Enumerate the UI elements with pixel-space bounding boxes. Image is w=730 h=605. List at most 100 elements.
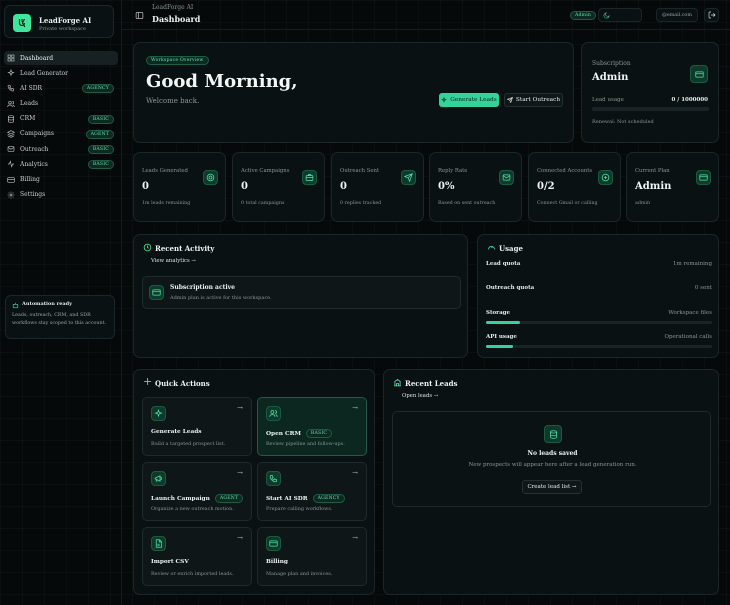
stat-card: Current Plan Admin admin xyxy=(626,152,719,222)
stat-note: Connect Gmail or calling xyxy=(537,201,598,206)
stat-card: Reply Rate 0% Based on sent outreach xyxy=(429,152,522,222)
lead-usage-label: Lead usage xyxy=(592,97,624,103)
role-badge: Admin xyxy=(570,11,597,20)
database-icon xyxy=(544,425,562,443)
sidebar-item-label: Dashboard xyxy=(20,54,54,62)
create-lead-list-label: Create lead list xyxy=(527,484,571,490)
mail-icon xyxy=(7,146,15,152)
stat-card: Active Campaigns 0 0 total campaigns xyxy=(232,152,325,222)
stat-value: 0 xyxy=(142,181,149,192)
quick-action-billing[interactable]: → Billing Manage plan and invoices. xyxy=(257,527,367,586)
sidebar-item-leads[interactable]: Leads xyxy=(4,97,118,111)
logout-icon xyxy=(708,11,715,19)
arrow-right-icon: → xyxy=(352,404,358,412)
sidebar-badge: BASIC xyxy=(87,145,114,155)
page-title: Dashboard xyxy=(152,14,201,24)
sidebar-item-label: Campaigns xyxy=(20,130,54,138)
mail-icon xyxy=(499,170,514,185)
phone-icon xyxy=(266,471,281,486)
sidebar-item-label: Analytics xyxy=(20,160,48,168)
sidebar-nav: Dashboard Lead Generator AI SDR AGENCY L… xyxy=(4,51,118,203)
quick-action-open-crm[interactable]: → Open CRM BASIC Review pipeline and fol… xyxy=(257,397,367,456)
stat-note: Based on sent outreach xyxy=(438,201,496,206)
recent-activity-title: Recent Activity xyxy=(155,244,215,253)
brand-card[interactable]: LeadForge AI Private workspace xyxy=(4,5,114,38)
stat-value: 0/2 xyxy=(537,181,555,192)
logout-button[interactable] xyxy=(704,8,719,22)
clock-icon xyxy=(143,243,152,252)
stat-note: 1m leads remaining xyxy=(142,201,191,206)
sidebar: LeadForge AI Private workspace Dashboard… xyxy=(0,0,122,605)
sidebar-item-outreach[interactable]: Outreach BASIC xyxy=(4,142,118,156)
usage-row-fill xyxy=(486,345,514,348)
usage-row-value: Operational calls xyxy=(664,334,712,340)
stat-label: Leads Generated xyxy=(142,168,188,174)
megaphone-icon xyxy=(151,471,166,486)
usage-row-bar xyxy=(486,321,712,324)
quick-action-title: Billing xyxy=(266,559,288,565)
stat-label: Connected Accounts xyxy=(537,168,593,174)
sidebar-item-settings[interactable]: Settings xyxy=(4,188,118,202)
sparkles-icon xyxy=(441,97,448,103)
quick-action-badge: BASIC xyxy=(305,429,333,438)
quick-action-start-ai-sdr[interactable]: → Start AI SDR AGENCY Prepare calling wo… xyxy=(257,462,367,521)
hero-card: Workspace Overview Good Morning, Welcome… xyxy=(133,42,574,143)
sidebar-item-campaigns[interactable]: Campaigns AGENT xyxy=(4,127,118,141)
start-outreach-label: Start Outreach xyxy=(515,97,561,103)
quick-action-badge: AGENCY xyxy=(312,494,345,503)
subscription-card: Subscription Admin Lead usage 0 / 100000… xyxy=(581,42,719,143)
lead-usage-value: 0 / 1000000 xyxy=(671,97,708,103)
quick-action-text: Manage plan and invoices. xyxy=(266,571,333,577)
subscription-label: Subscription xyxy=(592,60,631,67)
create-lead-list-button[interactable]: Create lead list → xyxy=(522,480,582,494)
usage-card: Usage Lead quota 1m remaining Outreach q… xyxy=(477,234,719,358)
activity-icon xyxy=(8,160,14,169)
open-leads-link[interactable]: Open leads → xyxy=(402,393,438,399)
sidebar-badge: BASIC xyxy=(87,160,114,170)
quick-action-generate-leads[interactable]: → Generate Leads Build a targeted prospe… xyxy=(142,397,252,456)
gauge-icon xyxy=(488,246,495,250)
quick-action-launch-campaign[interactable]: → Launch Campaign AGENT Organize a new o… xyxy=(142,462,252,521)
sidebar-item-ai-sdr[interactable]: AI SDR AGENCY xyxy=(4,81,118,95)
arrow-right-icon: → xyxy=(237,534,243,542)
stat-value: Admin xyxy=(635,181,672,192)
view-analytics-link[interactable]: View analytics → xyxy=(151,258,196,264)
card-icon xyxy=(7,176,15,183)
quick-action-text: Prepare calling workflows. xyxy=(266,506,333,512)
empty-state: No leads saved New prospects will appear… xyxy=(392,411,711,507)
sidebar-item-billing[interactable]: Billing xyxy=(4,173,118,187)
stat-note: admin xyxy=(635,201,651,206)
start-outreach-button[interactable]: Start Outreach xyxy=(504,93,563,107)
card-icon xyxy=(690,65,708,83)
recent-activity-card: Recent Activity View analytics → Subscri… xyxy=(133,234,468,358)
sidebar-item-analytics[interactable]: Analytics BASIC xyxy=(4,157,118,171)
card-icon xyxy=(266,536,281,551)
usage-row: API usage Operational calls xyxy=(486,334,712,354)
stat-value: 0 xyxy=(340,181,347,192)
usage-row-value: 0 sent xyxy=(694,285,712,291)
arrow-right-icon: → xyxy=(571,484,577,490)
usage-row: Storage Workspace files xyxy=(486,310,712,330)
arrow-right-icon: → xyxy=(352,534,358,542)
empty-text: New prospects will appear here after a l… xyxy=(468,462,637,468)
stat-card: Leads Generated 0 1m leads remaining xyxy=(133,152,226,222)
users-icon xyxy=(266,406,281,421)
usage-row-value: 1m remaining xyxy=(673,261,712,267)
card-icon xyxy=(696,170,711,185)
empty-title: No leads saved xyxy=(527,450,578,457)
generate-leads-button[interactable]: Generate Leads xyxy=(439,93,499,107)
sidebar-item-label: Settings xyxy=(20,191,46,199)
sidebar-item-crm[interactable]: CRM BASIC xyxy=(4,112,118,126)
automation-card: Automation ready Leads, outreach, CRM, a… xyxy=(5,295,115,339)
sidebar-item-dashboard[interactable]: Dashboard xyxy=(4,51,118,65)
user-email[interactable]: @email.com xyxy=(656,8,698,22)
quick-action-import-csv[interactable]: → Import CSV Review or enrich imported l… xyxy=(142,527,252,586)
quick-actions-card: + Quick Actions → Generate Leads Build a… xyxy=(133,369,375,595)
sidebar-item-lead-generator[interactable]: Lead Generator xyxy=(4,66,118,80)
bot-icon xyxy=(12,302,19,309)
sidebar-toggle-icon[interactable] xyxy=(135,11,144,20)
usage-row-label: Storage xyxy=(486,310,510,316)
theme-toggle[interactable] xyxy=(598,8,642,22)
automation-text: Leads, outreach, CRM, and SDR workflows … xyxy=(12,313,107,326)
sparkles-icon xyxy=(7,69,15,77)
